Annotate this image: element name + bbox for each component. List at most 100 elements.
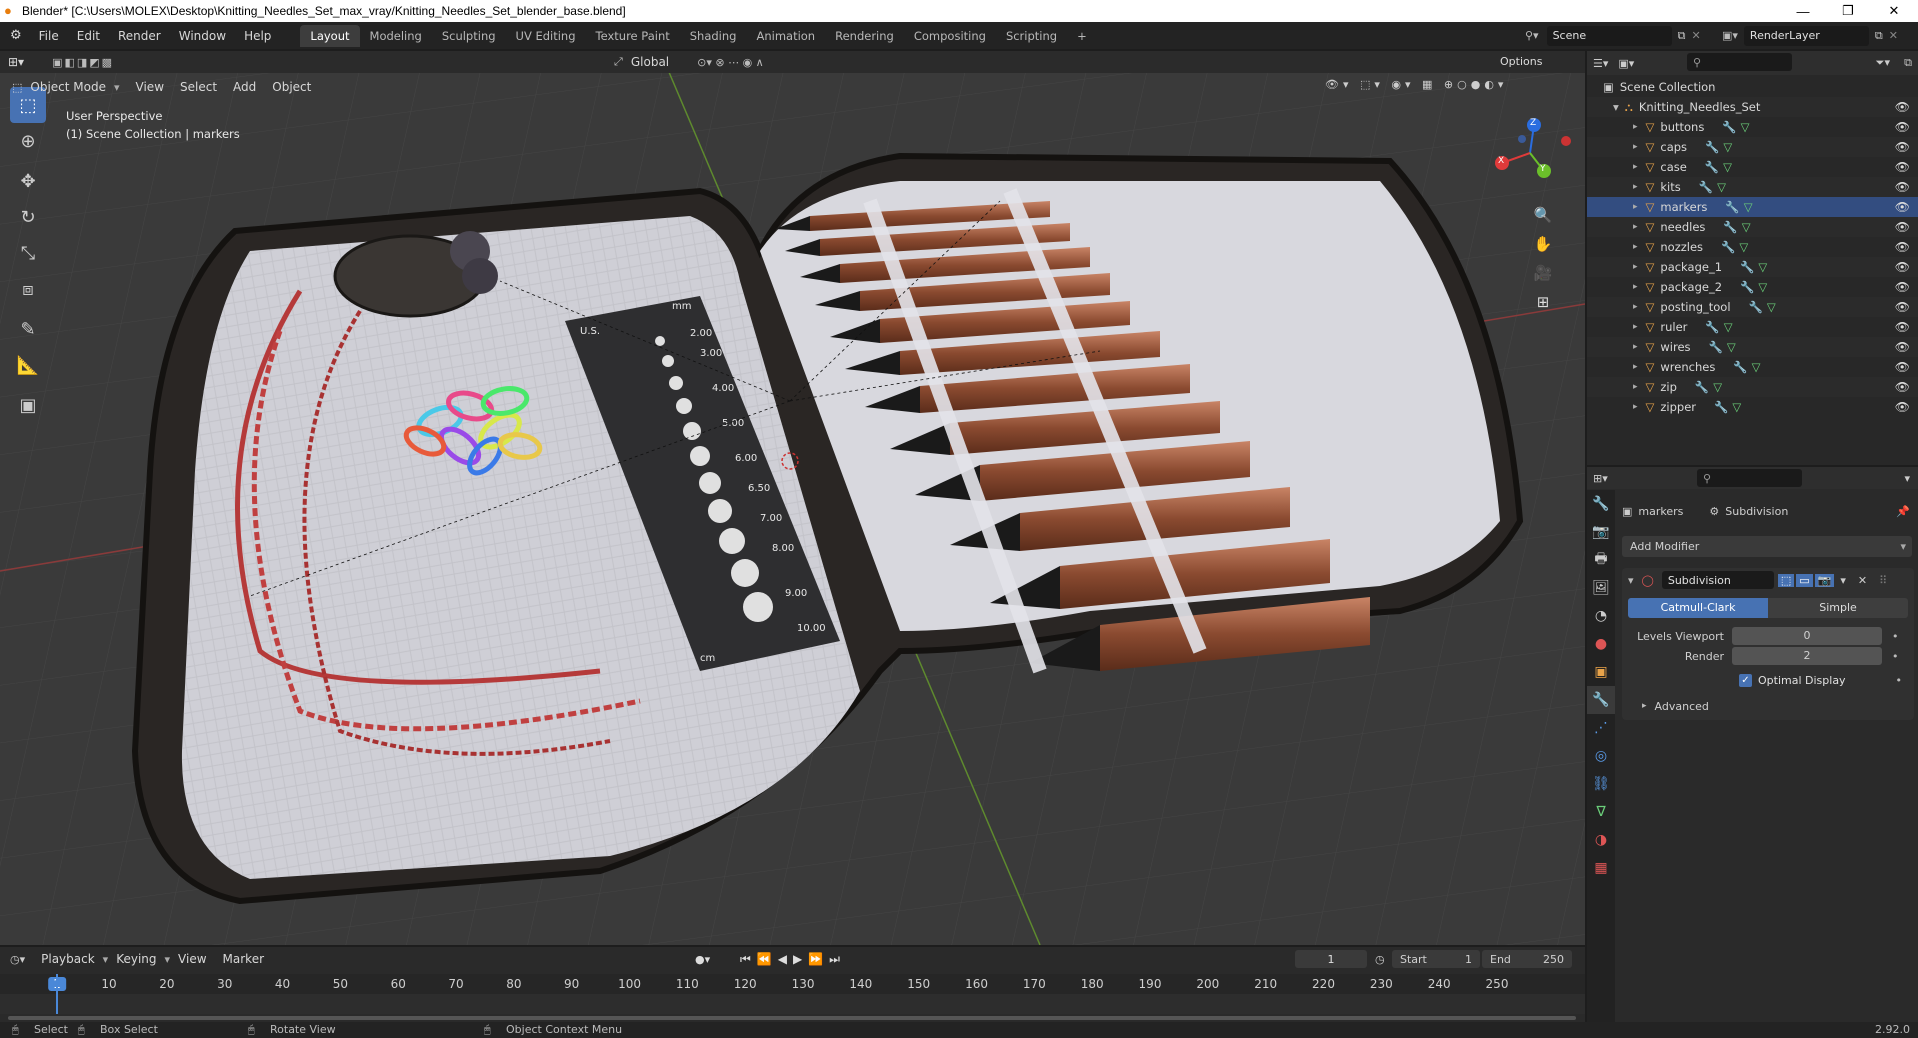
levels-viewport-field[interactable]: 0	[1732, 627, 1882, 645]
ortho-grid-icon[interactable]: ⊞	[1530, 288, 1556, 317]
expand-arrow-icon[interactable]: ▸	[1633, 262, 1638, 272]
visibility-eye-icon[interactable]: 👁	[1895, 120, 1910, 134]
mesh-data-icon[interactable]: ▽	[1727, 340, 1736, 354]
current-frame-field[interactable]: 1	[1295, 950, 1367, 968]
options-dropdown[interactable]: Options	[1500, 55, 1542, 68]
material-tab-icon[interactable]: ◑	[1587, 826, 1615, 854]
scene-selector[interactable]: ⚲▾ Scene ⧉ ✕	[1525, 25, 1715, 46]
modifier-wrench-icon[interactable]: 🔧	[1705, 320, 1719, 334]
outliner-item-package-1[interactable]: ▸ ▽ package_1 🔧 ▽ 👁	[1587, 257, 1918, 277]
editmode-toggle-icon[interactable]: ⬚	[1777, 573, 1795, 587]
pivot-icons[interactable]: ⊙▾ ⊗ ⋯ ◉ ∧	[697, 56, 764, 69]
outliner-item-markers[interactable]: ▸ ▽ markers 🔧 ▽ 👁	[1587, 197, 1918, 217]
advanced-subpanel[interactable]: Advanced	[1655, 700, 1709, 713]
collection-row[interactable]: ▾ ⛬ Knitting_Needles_Set 👁	[1587, 97, 1918, 117]
world-tab-icon[interactable]: ●	[1587, 630, 1615, 658]
clock-icon[interactable]: ◷	[1375, 953, 1385, 966]
camera-view-icon[interactable]: 🎥	[1530, 259, 1556, 288]
expand-arrow-icon[interactable]: ▸	[1633, 382, 1638, 392]
mesh-data-icon[interactable]: ▽	[1742, 220, 1751, 234]
outliner-item-ruler[interactable]: ▸ ▽ ruler 🔧 ▽ 👁	[1587, 317, 1918, 337]
mode-dropdown[interactable]: Object Mode	[22, 77, 114, 97]
mesh-data-icon[interactable]: ▽	[1767, 300, 1776, 314]
modifier-wrench-icon[interactable]: 🔧	[1714, 400, 1728, 414]
end-frame-field[interactable]: End 250	[1482, 950, 1572, 968]
mesh-data-icon[interactable]: ▽	[1741, 120, 1750, 134]
remove-modifier-icon[interactable]: ✕	[1858, 574, 1867, 587]
start-frame-field[interactable]: Start 1	[1392, 950, 1480, 968]
collapse-arrow-icon[interactable]: ▾	[1628, 574, 1634, 587]
auto-keying-icon[interactable]: ●▾	[695, 953, 710, 966]
menu-edit[interactable]: Edit	[68, 29, 109, 43]
blender-menu-icon[interactable]: ⚙	[10, 28, 22, 43]
3d-viewport[interactable]: 2.00 3.00 4.00 5.00 6.00 6.50 7.00 8.00 …	[0, 51, 1585, 945]
panel-chevron-icon[interactable]: ▾	[1904, 472, 1910, 485]
modifier-wrench-icon[interactable]: 🔧	[1709, 340, 1723, 354]
mesh-data-icon[interactable]: ▽	[1744, 200, 1753, 214]
renderlayer-field[interactable]: RenderLayer	[1743, 25, 1869, 46]
render-toggle-icon[interactable]: 📷	[1814, 573, 1835, 587]
outliner-item-zipper[interactable]: ▸ ▽ zipper 🔧 ▽ 👁	[1587, 397, 1918, 417]
modifier-wrench-icon[interactable]: 🔧	[1695, 380, 1709, 394]
menu-playback[interactable]: Playback	[33, 949, 103, 969]
expand-arrow-icon[interactable]: ▸	[1633, 402, 1638, 412]
mesh-data-icon[interactable]: ▽	[1723, 140, 1732, 154]
modifier-wrench-icon[interactable]: 🔧	[1705, 160, 1719, 174]
visibility-eye-icon[interactable]: 👁	[1895, 220, 1910, 234]
mesh-data-icon[interactable]: ▽	[1758, 280, 1767, 294]
tool-tab-icon[interactable]: 🔧	[1587, 490, 1615, 518]
visibility-eye-icon[interactable]: 👁	[1895, 360, 1910, 374]
editor-type-icon[interactable]: ⊞▾	[0, 52, 32, 72]
rotate-tool-icon[interactable]: ↻	[10, 199, 46, 235]
transform-tool-icon[interactable]: ⧈	[10, 271, 46, 307]
outliner-item-package-2[interactable]: ▸ ▽ package_2 🔧 ▽ 👁	[1587, 277, 1918, 297]
viewport-toggle-icon[interactable]: ▭	[1796, 573, 1813, 587]
delete-scene-icon[interactable]: ✕	[1691, 29, 1700, 42]
texture-tab-icon[interactable]: ▦	[1587, 854, 1615, 882]
visibility-eye-icon[interactable]: 👁	[1895, 380, 1910, 394]
minimize-button[interactable]: —	[1781, 0, 1825, 22]
modifier-wrench-icon[interactable]: 🔧	[1699, 180, 1713, 194]
expand-arrow-icon[interactable]: ▸	[1633, 282, 1638, 292]
modifier-name-field[interactable]: Subdivision	[1661, 571, 1774, 589]
annotate-tool-icon[interactable]: ✎	[10, 311, 46, 347]
expand-arrow-icon[interactable]: ▸	[1633, 302, 1638, 312]
new-renderlayer-icon[interactable]: ⧉	[1875, 29, 1883, 43]
catmull-clark-button[interactable]: Catmull-Clark	[1628, 598, 1768, 618]
render-levels-field[interactable]: 2	[1732, 647, 1882, 665]
expand-arrow-icon[interactable]: ▾	[1613, 100, 1619, 114]
delete-renderlayer-icon[interactable]: ✕	[1889, 29, 1898, 42]
expand-arrow-icon[interactable]: ▸	[1633, 322, 1638, 332]
visibility-eye-icon[interactable]: 👁	[1895, 100, 1910, 114]
expand-arrow-icon[interactable]: ▸	[1633, 202, 1638, 212]
scene-tab-icon[interactable]: ◔	[1587, 602, 1615, 630]
modifier-wrench-icon[interactable]: 🔧	[1723, 220, 1737, 234]
timeline-track[interactable]	[0, 994, 1585, 1014]
menu-help[interactable]: Help	[235, 29, 280, 43]
modifier-wrench-icon[interactable]: 🔧	[1725, 200, 1739, 214]
menu-object[interactable]: Object	[264, 77, 319, 97]
pin-icon[interactable]: 📌	[1896, 505, 1910, 518]
menu-render[interactable]: Render	[109, 29, 170, 43]
outliner-item-caps[interactable]: ▸ ▽ caps 🔧 ▽ 👁	[1587, 137, 1918, 157]
tab-uv-editing[interactable]: UV Editing	[506, 25, 586, 47]
modifier-menu-icon[interactable]: ▾	[1840, 574, 1846, 587]
tab-compositing[interactable]: Compositing	[904, 25, 996, 47]
pan-hand-icon[interactable]: ✋	[1530, 230, 1556, 259]
maximize-button[interactable]: ❐	[1826, 0, 1870, 22]
simple-button[interactable]: Simple	[1768, 598, 1908, 618]
modifier-tab-icon[interactable]: 🔧	[1587, 686, 1615, 714]
keyframe-dot-icon[interactable]: •	[1896, 674, 1903, 687]
visibility-eye-icon[interactable]: 👁	[1895, 340, 1910, 354]
modifier-wrench-icon[interactable]: 🔧	[1740, 260, 1754, 274]
playhead[interactable]	[56, 974, 58, 1014]
outliner-item-case[interactable]: ▸ ▽ case 🔧 ▽ 👁	[1587, 157, 1918, 177]
filter-icon[interactable]: ⏷▾	[1876, 56, 1890, 70]
visibility-eye-icon[interactable]: 👁	[1895, 260, 1910, 274]
menu-select[interactable]: Select	[172, 77, 225, 97]
expand-arrow-icon[interactable]: ▸	[1633, 122, 1638, 132]
modifier-wrench-icon[interactable]: 🔧	[1749, 300, 1763, 314]
move-tool-icon[interactable]: ✥	[10, 163, 46, 199]
renderlayer-selector[interactable]: ▣▾ RenderLayer ⧉ ✕	[1722, 25, 1916, 46]
outliner-item-buttons[interactable]: ▸ ▽ buttons 🔧 ▽ 👁	[1587, 117, 1918, 137]
